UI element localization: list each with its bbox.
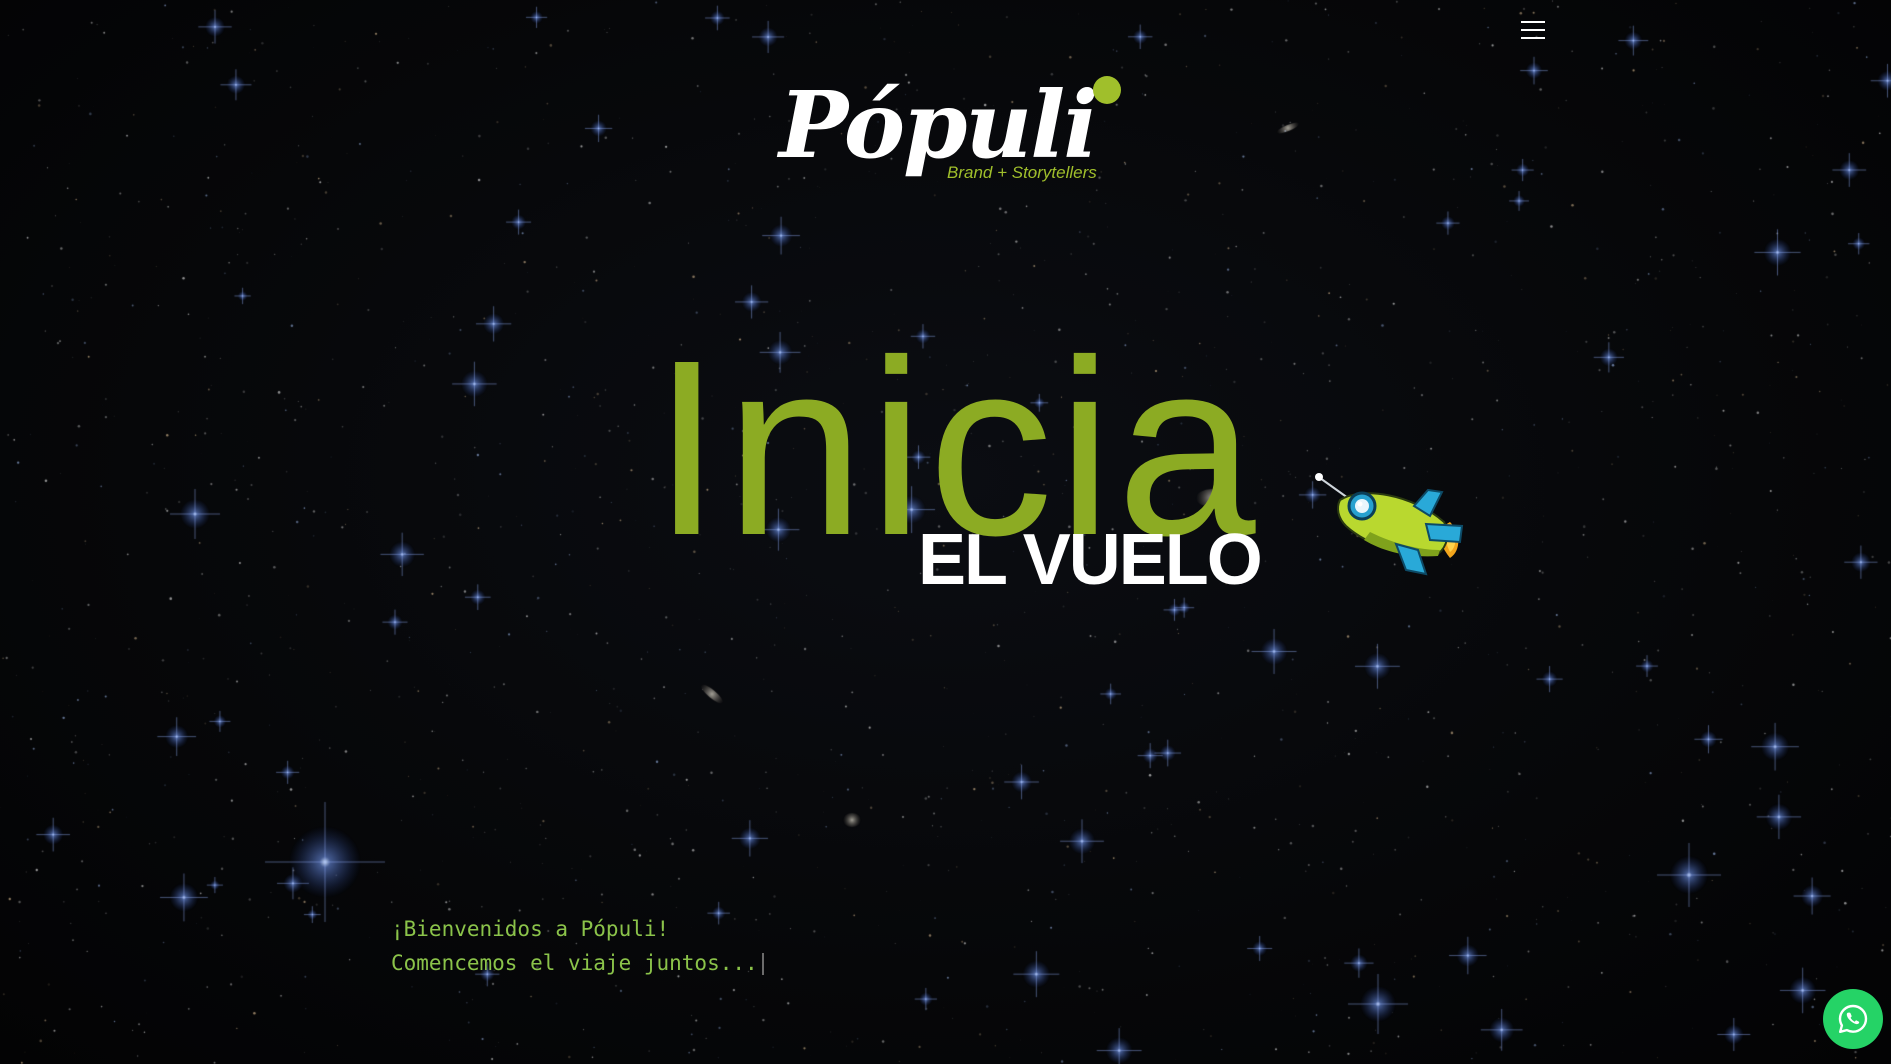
hero-subheadline: EL VUELO xyxy=(918,520,1263,600)
logo-tagline: Brand + Storytellers xyxy=(947,163,1097,182)
menu-toggle-button[interactable] xyxy=(1515,16,1551,44)
typing-cursor xyxy=(761,953,764,975)
whatsapp-icon xyxy=(1838,1004,1868,1033)
hamburger-icon xyxy=(1521,21,1545,23)
hero-section: Pópuli Brand + Storytellers Inicia EL VU… xyxy=(0,0,1891,1064)
welcome-line: ¡Bienvenidos a Pópuli! xyxy=(391,917,670,941)
welcome-typed-text: ¡Bienvenidos a Pópuli! Comencemos el via… xyxy=(391,912,764,980)
welcome-subline: Comencemos el viaje juntos... xyxy=(391,946,764,980)
logo-dot-icon xyxy=(1093,76,1121,104)
welcome-subline-text: Comencemos el viaje juntos... xyxy=(391,951,758,975)
rocket-icon xyxy=(1315,473,1464,576)
whatsapp-button[interactable] xyxy=(1823,989,1883,1049)
